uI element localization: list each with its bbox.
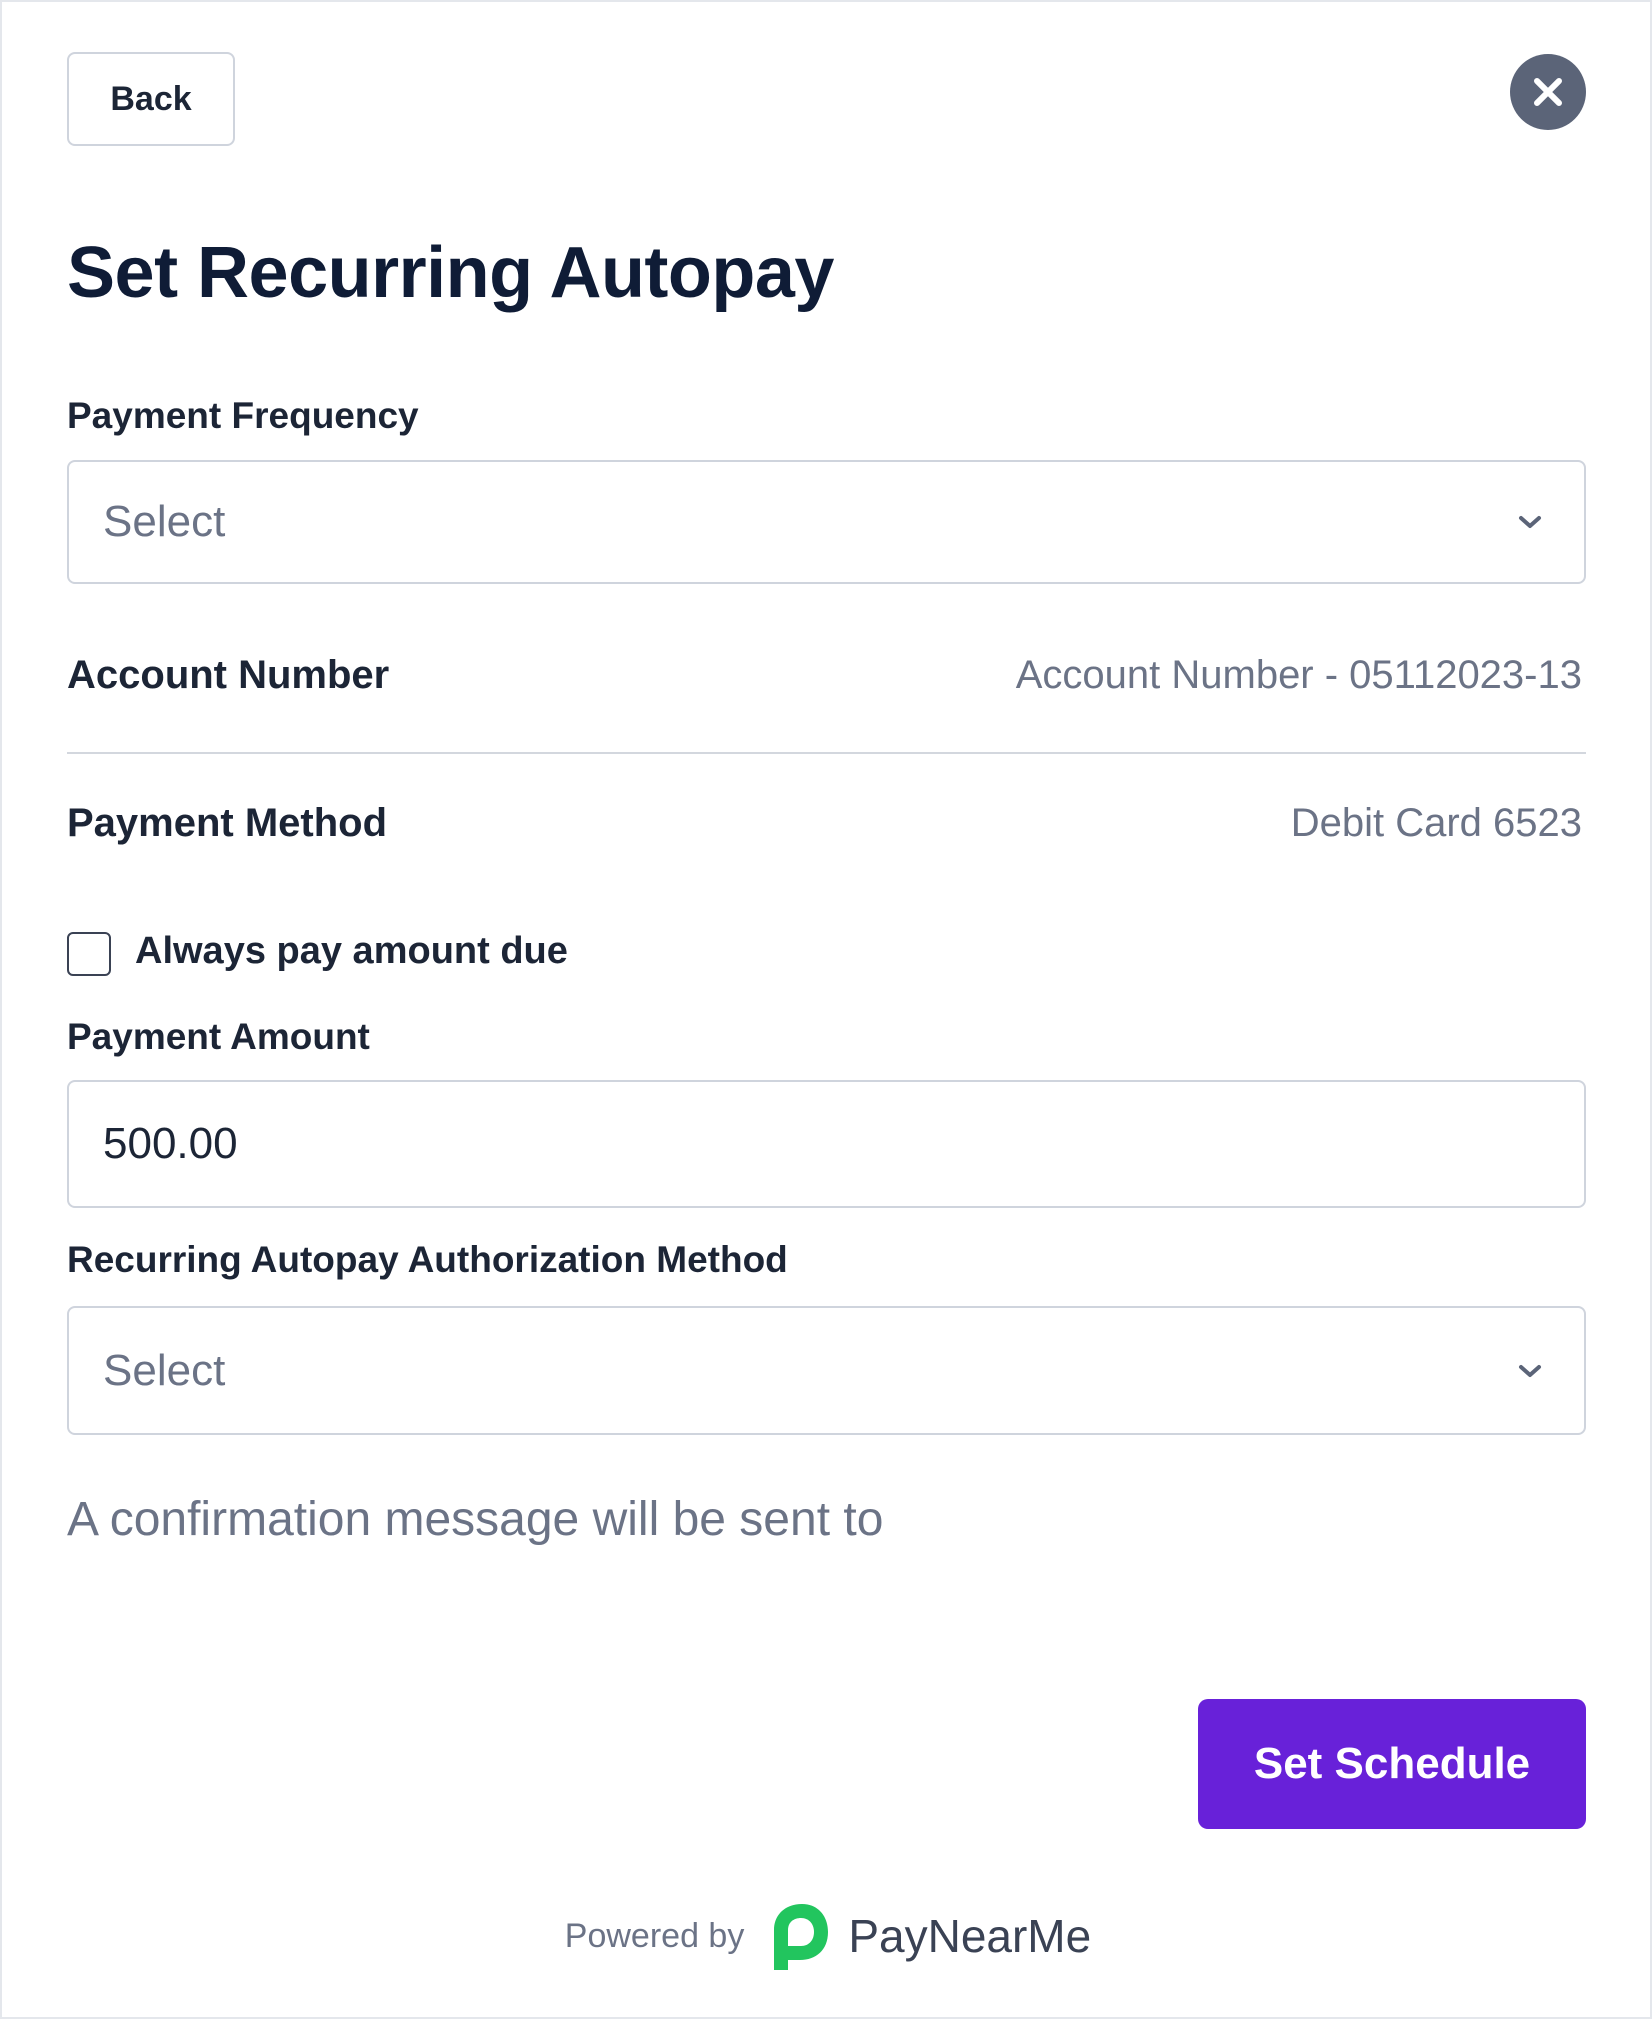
chevron-down-icon <box>1519 516 1541 528</box>
payment-amount-label: Payment Amount <box>67 1016 370 1057</box>
close-button[interactable] <box>1510 54 1586 130</box>
payment-frequency-select[interactable]: Select <box>67 460 1586 584</box>
confirmation-message: A confirmation message will be sent to <box>67 1493 884 1546</box>
close-icon <box>1534 78 1562 106</box>
back-button[interactable]: Back <box>67 52 235 146</box>
set-schedule-button[interactable]: Set Schedule <box>1198 1699 1586 1829</box>
payment-amount-input[interactable]: 500.00 <box>67 1080 1586 1208</box>
payment-method-label: Payment Method <box>67 801 388 845</box>
authorization-method-select[interactable]: Select <box>67 1306 1586 1435</box>
always-pay-checkbox[interactable] <box>67 932 111 976</box>
divider <box>67 752 1586 754</box>
page-title: Set Recurring Autopay <box>67 233 834 313</box>
account-number-label: Account Number <box>67 653 390 697</box>
authorization-method-label: Recurring Autopay Authorization Method <box>67 1239 788 1280</box>
payment-frequency-value: Select <box>103 497 226 546</box>
account-number-value: Account Number - 05112023-13 <box>1015 653 1582 697</box>
authorization-method-value: Select <box>103 1345 226 1395</box>
paynearme-logo-icon <box>774 1904 829 1970</box>
powered-by-text: Powered by <box>564 1916 745 1955</box>
payment-amount-value: 500.00 <box>103 1119 238 1168</box>
powered-by-footer: Powered by PayNearMe <box>2 1900 1652 1972</box>
always-pay-label[interactable]: Always pay amount due <box>135 930 568 973</box>
chevron-down-icon <box>1519 1364 1541 1377</box>
paynearme-brand-name: PayNearMe <box>848 1910 1092 1962</box>
autopay-modal: Back Set Recurring Autopay Payment Frequ… <box>0 0 1652 2019</box>
payment-method-value: Debit Card 6523 <box>1290 801 1582 845</box>
payment-frequency-label: Payment Frequency <box>67 395 419 436</box>
